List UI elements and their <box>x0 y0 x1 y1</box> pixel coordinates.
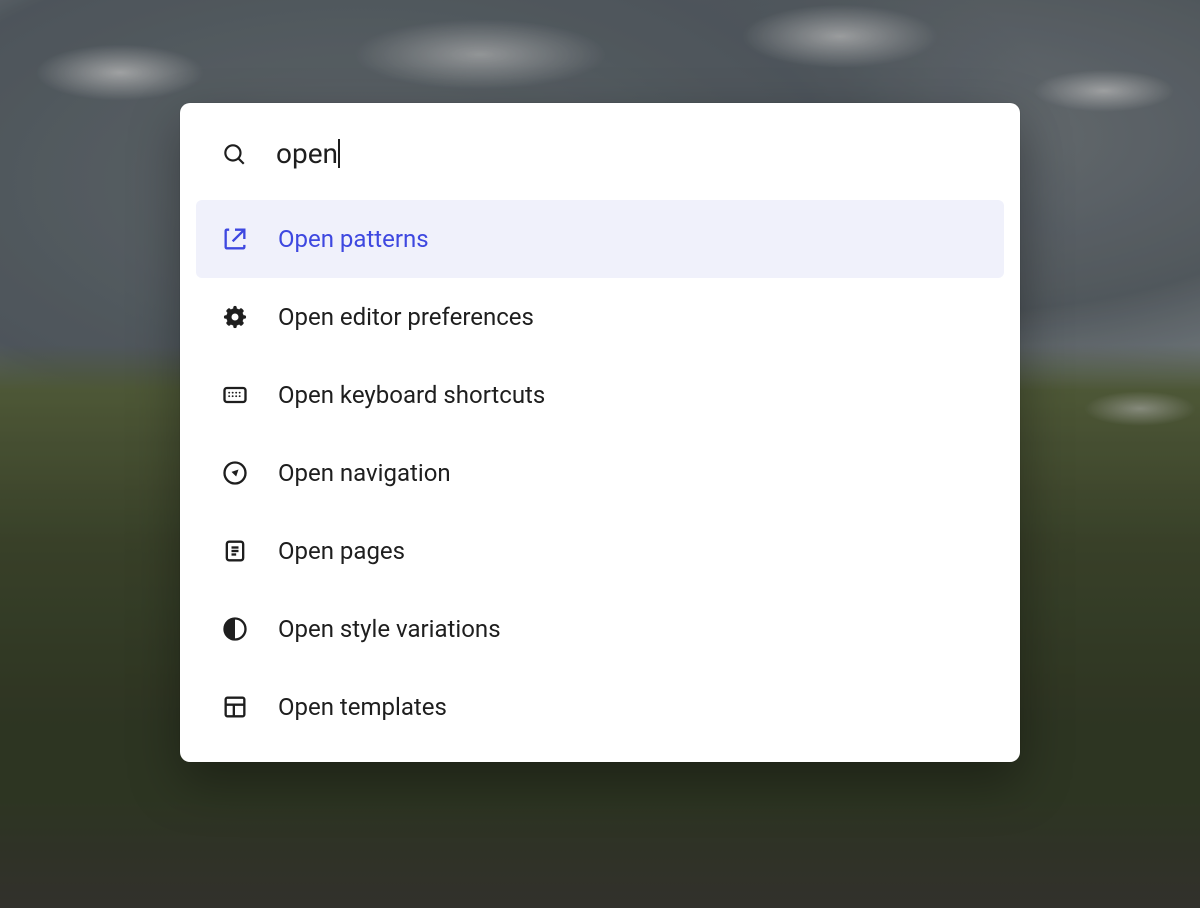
command-result[interactable]: Open style variations <box>196 590 1004 668</box>
command-result-label: Open navigation <box>278 459 451 487</box>
command-palette: Open patterns Open editor preferences Open… <box>180 103 1020 762</box>
command-result-label: Open keyboard shortcuts <box>278 381 545 409</box>
command-result[interactable]: Open navigation <box>196 434 1004 512</box>
command-result[interactable]: Open pages <box>196 512 1004 590</box>
command-result[interactable]: Open templates <box>196 668 1004 746</box>
search-input[interactable] <box>276 137 980 170</box>
gear-icon <box>220 302 250 332</box>
command-result-label: Open patterns <box>278 225 429 253</box>
external-icon <box>220 224 250 254</box>
keyboard-icon <box>220 380 250 410</box>
page-icon <box>220 536 250 566</box>
command-result[interactable]: Open patterns <box>196 200 1004 278</box>
layout-icon <box>220 692 250 722</box>
text-caret <box>338 139 340 168</box>
search-row <box>180 103 1020 200</box>
command-result-label: Open style variations <box>278 615 501 643</box>
command-result[interactable]: Open editor preferences <box>196 278 1004 356</box>
command-results: Open patterns Open editor preferences Open… <box>180 200 1020 746</box>
search-icon <box>220 140 248 168</box>
compass-icon <box>220 458 250 488</box>
command-result[interactable]: Open keyboard shortcuts <box>196 356 1004 434</box>
contrast-icon <box>220 614 250 644</box>
command-result-label: Open pages <box>278 537 405 565</box>
search-input-wrap <box>276 137 980 170</box>
command-result-label: Open templates <box>278 693 447 721</box>
command-result-label: Open editor preferences <box>278 303 534 331</box>
